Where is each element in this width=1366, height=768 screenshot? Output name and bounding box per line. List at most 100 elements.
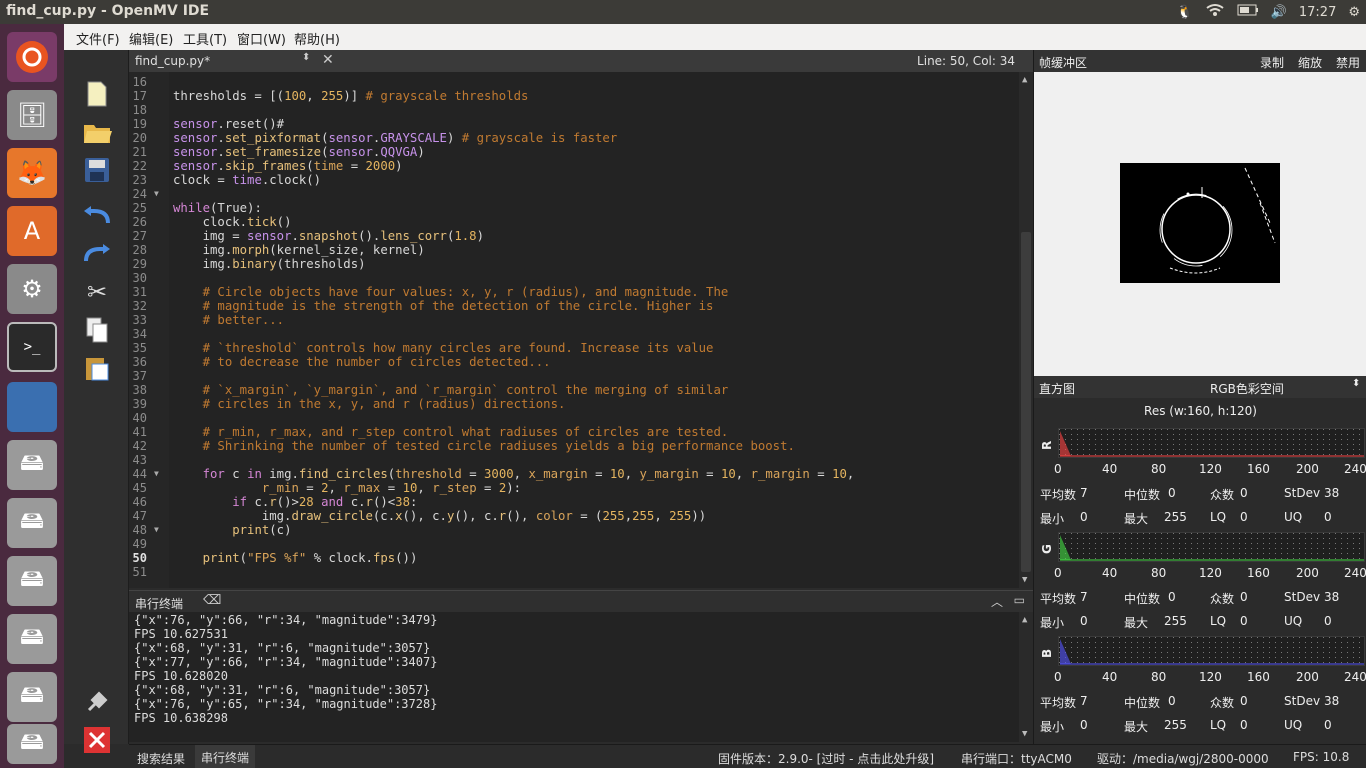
line-number: 21 — [132, 145, 147, 159]
line-number: 43 — [132, 453, 147, 467]
usb-drive-icon[interactable]: 🖴 — [7, 724, 57, 764]
redo-icon[interactable] — [81, 238, 113, 270]
clock-text[interactable]: 17:27 — [1299, 5, 1336, 20]
code-line[interactable]: img.morph(kernel_size, kernel) — [173, 243, 425, 257]
ubuntu-icon[interactable] — [7, 32, 57, 82]
fold-marker-icon[interactable]: ▼ — [154, 189, 159, 198]
stat-label: 中位数 — [1124, 488, 1161, 502]
drive-icon[interactable]: 🖴 — [7, 498, 57, 548]
software-center-icon[interactable]: A — [7, 206, 57, 256]
code-line[interactable]: # r_min, r_max, and r_step control what … — [173, 425, 729, 439]
code-line[interactable]: clock.tick() — [173, 215, 292, 229]
axis-tick-label: 40 — [1102, 670, 1118, 684]
collapse-icon[interactable]: ︿ — [991, 593, 1003, 610]
code-editor[interactable]: 16 17 18 19 20 21 22 23 24 25 26 27 28 29 30 31 32 33 34 35… — [129, 72, 1033, 588]
drive-icon[interactable]: 🖴 — [7, 556, 57, 606]
files-icon[interactable]: 🗄 — [7, 90, 57, 140]
scroll-up-icon[interactable]: ▲ — [1022, 75, 1027, 85]
editor-tab[interactable]: find_cup.py* — [135, 54, 210, 68]
serial-terminal-tab[interactable]: 串行终端 — [195, 745, 256, 768]
undo-icon[interactable] — [81, 200, 113, 232]
code-line[interactable]: for c in img.find_circles(threshold = 30… — [173, 467, 855, 481]
code-line[interactable]: thresholds = [(100, 255)] # grayscale th… — [173, 89, 528, 103]
cut-icon[interactable]: ✂ — [81, 276, 113, 308]
chevron-updown-icon[interactable]: ⬍ — [1352, 378, 1360, 389]
menu-tools[interactable]: 工具(T) — [183, 29, 227, 48]
zoom-button[interactable]: 缩放 — [1298, 54, 1322, 71]
code-line[interactable]: sensor.skip_frames(time = 2000) — [173, 159, 403, 173]
camera-frame — [1120, 163, 1280, 283]
code-line[interactable]: # circles in the x, y, and r (radius) di… — [173, 397, 566, 411]
paste-icon[interactable] — [81, 352, 113, 384]
scroll-down-icon[interactable]: ▼ — [1022, 729, 1027, 739]
maximize-icon[interactable]: ▭ — [1014, 593, 1025, 607]
line-number: 49 — [132, 537, 147, 551]
code-line[interactable]: print("FPS %f" % clock.fps()) — [173, 551, 418, 565]
code-line[interactable]: # Circle objects have four values: x, y,… — [173, 285, 729, 299]
disable-button[interactable]: 禁用 — [1336, 54, 1360, 71]
record-button[interactable]: 录制 — [1260, 54, 1284, 71]
scroll-down-icon[interactable]: ▼ — [1022, 575, 1027, 585]
code-line[interactable]: img.draw_circle(c.x(), c.y(), c.r(), col… — [173, 509, 706, 523]
connect-icon[interactable] — [81, 686, 113, 718]
scroll-thumb[interactable] — [1021, 232, 1031, 572]
code-line[interactable]: img.binary(thresholds) — [173, 257, 366, 271]
line-number: 41 — [132, 425, 147, 439]
copy-icon[interactable] — [81, 314, 113, 346]
terminal-icon[interactable]: >_ — [7, 322, 57, 372]
framebuffer-view[interactable] — [1034, 72, 1366, 376]
drive-icon[interactable]: 🖴 — [7, 614, 57, 664]
menu-edit[interactable]: 编辑(E) — [129, 29, 173, 48]
serial-terminal[interactable]: {"x":76, "y":66, "r":34, "magnitude":347… — [129, 612, 1033, 742]
stat-label: 中位数 — [1124, 592, 1161, 606]
code-line[interactable]: sensor.reset()# — [173, 117, 284, 131]
editor-scrollbar[interactable]: ▲ ▼ — [1019, 72, 1033, 588]
menu-file[interactable]: 文件(F) — [76, 29, 120, 48]
firmware-version[interactable]: 固件版本：2.9.0- [过时 - 点击此处升级] — [718, 750, 934, 767]
line-number: 26 — [132, 215, 147, 229]
stat-label: UQ — [1284, 718, 1303, 732]
search-results-tab[interactable]: 搜索结果 — [137, 750, 185, 767]
open-folder-icon[interactable] — [81, 116, 113, 148]
settings-icon[interactable]: ⚙ — [7, 264, 57, 314]
code-line[interactable]: # better... — [173, 313, 284, 327]
code-line[interactable]: # to decrease the number of circles dete… — [173, 355, 551, 369]
drive-icon[interactable]: 🖴 — [7, 672, 57, 722]
code-line[interactable]: # `x_margin`, `y_margin`, and `r_margin`… — [173, 383, 729, 397]
code-line[interactable]: # magnitude is the strength of the detec… — [173, 299, 714, 313]
stop-icon[interactable] — [81, 724, 113, 756]
code-line[interactable]: sensor.set_framesize(sensor.QQVGA) — [173, 145, 425, 159]
tab-list-arrows-icon[interactable]: ⬍ — [302, 52, 310, 63]
stat-label: 平均数 — [1040, 592, 1077, 606]
volume-icon[interactable]: 🔊 — [1271, 5, 1287, 20]
framebuffer-header: 帧缓冲区 录制 缩放 禁用 — [1034, 50, 1366, 72]
battery-icon[interactable] — [1237, 4, 1259, 20]
firefox-icon[interactable]: 🦊 — [7, 148, 57, 198]
gear-icon[interactable]: ⚙ — [1348, 5, 1360, 20]
close-tab-icon[interactable]: ✕ — [322, 52, 334, 68]
menu-help[interactable]: 帮助(H) — [294, 29, 340, 48]
code-line[interactable]: r_min = 2, r_max = 10, r_step = 2): — [173, 481, 521, 495]
save-icon[interactable] — [81, 154, 113, 186]
terminal-scrollbar[interactable]: ▲ ▼ — [1019, 612, 1033, 742]
drive-icon[interactable]: 🖴 — [7, 440, 57, 490]
new-file-icon[interactable] — [81, 78, 113, 110]
fold-marker-icon[interactable]: ▼ — [154, 469, 159, 478]
code-line[interactable]: # `threshold` controls how many circles … — [173, 341, 714, 355]
code-line[interactable]: if c.r()>28 and c.r()<38: — [173, 495, 417, 509]
fold-marker-icon[interactable]: ▼ — [154, 525, 159, 534]
code-line[interactable]: while(True): — [173, 201, 262, 215]
code-line[interactable]: print(c) — [173, 523, 291, 537]
code-line[interactable]: # Shrinking the number of tested circle … — [173, 439, 795, 453]
clear-terminal-icon[interactable]: ⌫ — [203, 593, 221, 608]
menu-window[interactable]: 窗口(W) — [237, 29, 286, 48]
colorspace-select[interactable]: RGB色彩空间 — [1210, 380, 1284, 397]
tux-icon[interactable]: 🐧 — [1177, 5, 1193, 20]
scroll-up-icon[interactable]: ▲ — [1022, 615, 1027, 625]
axis-tick-label: 0 — [1054, 670, 1062, 684]
wifi-icon[interactable] — [1205, 3, 1225, 21]
openmv-icon[interactable] — [7, 382, 57, 432]
code-line[interactable]: clock = time.clock() — [173, 173, 321, 187]
code-line[interactable]: sensor.set_pixformat(sensor.GRAYSCALE) #… — [173, 131, 617, 145]
code-line[interactable]: img = sensor.snapshot().lens_corr(1.8) — [173, 229, 484, 243]
